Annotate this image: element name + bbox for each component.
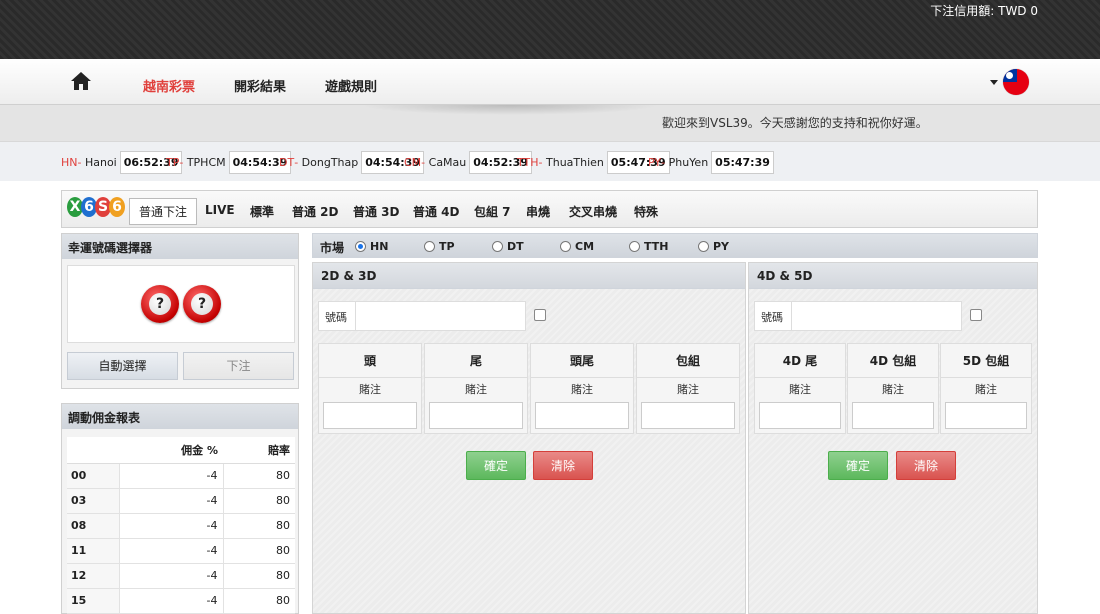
table-row: 11 -4 80 xyxy=(67,538,295,564)
chevron-down-icon[interactable] xyxy=(990,80,998,85)
tab-cross-chain[interactable]: 交叉串燒 xyxy=(569,203,617,220)
tab-group-7[interactable]: 包組 7 xyxy=(474,203,511,220)
game-tabs: X 6 S 6 普通下注 LIVE 標準 普通 2D 普通 3D 普通 4D 包… xyxy=(61,190,1038,228)
home-icon[interactable] xyxy=(70,71,92,91)
timer-cm: CM - CaMau 04:52:39 xyxy=(404,151,532,174)
confirm-button[interactable]: 確定 xyxy=(828,451,888,480)
section-title: 2D & 3D xyxy=(313,263,745,289)
bet-column-5d-group: 5D 包組 賭注 xyxy=(940,343,1032,434)
taiwan-flag-icon[interactable] xyxy=(1003,69,1029,95)
number-label: 號碼 xyxy=(325,311,347,324)
clear-button[interactable]: 清除 xyxy=(533,451,593,480)
table-row: 12 -4 80 xyxy=(67,563,295,589)
commission-table: 佣金 % 賠率 00 -4 80 03 -4 80 08 -4 80 11 -4 80 12 -4… xyxy=(67,437,295,614)
stake-input[interactable] xyxy=(323,402,417,429)
clear-button[interactable]: 清除 xyxy=(896,451,956,480)
lottery-ball-icon: ? xyxy=(183,285,221,323)
commission-title: 調動佣金報表 xyxy=(62,404,298,429)
welcome-message: 歡迎來到VSL39。今天感謝您的支持和祝你好運。 xyxy=(662,116,928,130)
market-radio-tth[interactable]: TTH xyxy=(629,240,668,253)
confirm-button[interactable]: 確定 xyxy=(466,451,526,480)
tab-standard[interactable]: 標準 xyxy=(250,203,274,220)
section-title: 4D & 5D xyxy=(749,263,1037,289)
timer-tth: TTH - ThuaThien 05:47:39 xyxy=(517,151,670,174)
tab-4d[interactable]: 普通 4D xyxy=(413,203,460,220)
header-odds: 賠率 xyxy=(223,437,295,464)
lottery-ball-icon: ? xyxy=(141,285,179,323)
tab-special[interactable]: 特殊 xyxy=(634,203,658,220)
table-row: 08 -4 80 xyxy=(67,513,295,539)
number-checkbox[interactable] xyxy=(534,309,546,321)
table-row: 15 -4 80 xyxy=(67,588,295,614)
welcome-bar: 歡迎來到VSL39。今天感謝您的支持和祝你好運。 xyxy=(0,105,1100,141)
tab-normal-bet[interactable]: 普通下注 xyxy=(129,198,198,225)
market-radio-tp[interactable]: TP xyxy=(424,240,455,253)
market-label: 市場 xyxy=(320,241,345,255)
bet-button[interactable]: 下注 xyxy=(183,352,294,380)
table-row: 03 -4 80 xyxy=(67,488,295,514)
draw-timers: HN - Hanoi 06:52:39 TP - TPHCM 04:54:39 DT… xyxy=(0,141,1100,181)
timer-value: 05:47:39 xyxy=(711,151,774,174)
credit-balance: 下注信用額: TWD 0 xyxy=(930,4,1038,18)
bet-column-tail: 尾賭注 xyxy=(424,343,528,434)
tab-3d[interactable]: 普通 3D xyxy=(353,203,400,220)
stake-input[interactable] xyxy=(641,402,735,429)
bet-column-4d-group: 4D 包組 賭注 xyxy=(847,343,939,434)
market-radio-dt[interactable]: DT xyxy=(492,240,524,253)
number-input[interactable] xyxy=(791,302,961,330)
number-checkbox[interactable] xyxy=(970,309,982,321)
tab-2d[interactable]: 普通 2D xyxy=(292,203,339,220)
nav-results[interactable]: 開彩結果 xyxy=(234,76,286,95)
timer-hn: HN - Hanoi 06:52:39 xyxy=(61,151,183,174)
bet-column-head-tail: 頭尾 賭注 xyxy=(530,343,634,434)
lucky-number-picker: 幸運號碼選擇器 ? ? 自動選擇 下注 xyxy=(61,233,299,389)
section-2d-3d: 2D & 3D 號碼 頭賭注 尾賭注 頭尾 賭注 包組 賭注 確定 清除 xyxy=(312,262,746,614)
table-row: 00 -4 80 xyxy=(67,463,295,489)
number-row: 號碼 xyxy=(754,301,962,331)
number-label: 號碼 xyxy=(761,311,783,324)
stake-input[interactable] xyxy=(535,402,629,429)
market-radio-cm[interactable]: CM xyxy=(560,240,594,253)
picker-title: 幸運號碼選擇器 xyxy=(62,234,298,259)
market-selector: 市場 HN TP DT CM TTH PY xyxy=(312,233,1038,258)
auto-select-button[interactable]: 自動選擇 xyxy=(67,352,178,380)
timer-tp: TP - TPHCM 04:54:39 xyxy=(166,151,292,174)
market-radio-py[interactable]: PY xyxy=(698,240,729,253)
stake-input[interactable] xyxy=(945,402,1027,429)
nav-rules[interactable]: 遊戲規則 xyxy=(325,76,377,95)
tab-live[interactable]: LIVE xyxy=(205,203,235,217)
main-nav: 越南彩票 開彩結果 遊戲規則 xyxy=(0,59,1100,105)
timer-dt: DT - DongThap 04:54:39 xyxy=(279,151,424,174)
balls-display: ? ? xyxy=(67,265,295,343)
stake-input[interactable] xyxy=(759,402,841,429)
section-4d-5d: 4D & 5D 號碼 4D 尾賭注 4D 包組 賭注 5D 包組 賭注 確定 清除 xyxy=(748,262,1038,614)
number-input[interactable] xyxy=(355,302,525,330)
xoso-logo: X 6 S 6 xyxy=(67,197,125,217)
timer-py: PY - PhuYen 05:47:39 xyxy=(648,151,774,174)
number-row: 號碼 xyxy=(318,301,526,331)
bet-column-4d-tail: 4D 尾賭注 xyxy=(754,343,846,434)
bet-column-group: 包組 賭注 xyxy=(636,343,740,434)
header-commission: 佣金 % xyxy=(119,437,223,464)
stake-input[interactable] xyxy=(852,402,934,429)
stake-input[interactable] xyxy=(429,402,523,429)
top-bar: 下注信用額: TWD 0 xyxy=(0,0,1100,59)
market-radio-hn[interactable]: HN xyxy=(355,240,388,253)
nav-vietnam-lottery[interactable]: 越南彩票 xyxy=(143,76,195,95)
tab-chain[interactable]: 串燒 xyxy=(526,203,550,220)
bet-column-head: 頭賭注 xyxy=(318,343,422,434)
commission-report: 調動佣金報表 佣金 % 賠率 00 -4 80 03 -4 80 08 -4 80 11 -4… xyxy=(61,403,299,614)
